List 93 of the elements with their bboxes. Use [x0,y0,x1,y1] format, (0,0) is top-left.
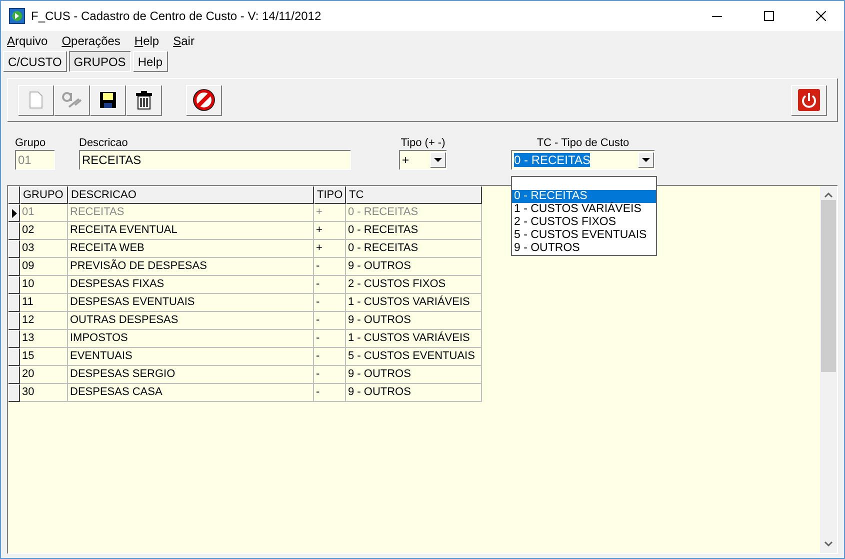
table-cell: 09 [20,258,68,276]
caret-icon [642,158,650,162]
tab[interactable]: Help [132,51,168,72]
row-indicator[interactable] [8,366,20,384]
table-cell: + [314,222,346,240]
scrollbar[interactable] [820,186,837,553]
table-cell: - [314,330,346,348]
table-cell: 20 [20,366,68,384]
table-cell: 9 - OUTROS [346,384,482,402]
table-cell: 0 - RECEITAS [346,222,482,240]
table-cell: 15 [20,348,68,366]
table-cell: 02 [20,222,68,240]
table-cell: 5 - CUSTOS EVENTUAIS [346,348,482,366]
table-cell: 9 - OUTROS [346,312,482,330]
table-cell: PREVISÃO DE DESPESAS [68,258,314,276]
row-indicator[interactable] [8,276,20,294]
descricao-field[interactable]: RECEITAS [79,150,351,170]
power-icon [798,89,820,111]
table-cell: 9 - OUTROS [346,258,482,276]
row-indicator[interactable] [8,330,20,348]
row-indicator[interactable] [8,294,20,312]
table-cell: - [314,276,346,294]
toolbar-button[interactable] [90,84,126,116]
app-icon [9,8,25,24]
row-indicator[interactable] [8,222,20,240]
table-cell: + [314,204,346,222]
column-header[interactable]: TIPO [314,186,346,204]
table-cell: OUTRAS DESPESAS [68,312,314,330]
table-cell: 13 [20,330,68,348]
document-icon [29,91,43,109]
window-title: F_CUS - Cadastro de Centro de Custo - V: 14/11/2012 [31,9,322,23]
menu-item[interactable]: Arquivo [7,34,48,51]
table-cell: 1 - CUSTOS VARIÁVEIS [346,294,482,312]
table-cell: RECEITAS [68,204,314,222]
table-cell: IMPOSTOS [68,330,314,348]
scroll-down-icon[interactable] [824,541,833,547]
table-cell: 0 - RECEITAS [346,204,482,222]
table-cell: 2 - CUSTOS FIXOS [346,276,482,294]
table-cell: 0 - RECEITAS [346,240,482,258]
table-cell: + [314,240,346,258]
tab[interactable]: C/CUSTO [3,51,67,72]
field-label: TC - Tipo de Custo [536,137,630,150]
table-cell: 01 [20,204,68,222]
row-indicator[interactable] [8,312,20,330]
exit-button[interactable] [791,84,827,116]
table-cell: - [314,366,346,384]
toolbar-button[interactable] [126,84,162,116]
table-cell: 03 [20,240,68,258]
column-header[interactable]: TC [346,186,482,204]
table-cell: 10 [20,276,68,294]
table-cell: - [314,258,346,276]
table-cell: - [314,348,346,366]
column-header[interactable]: GRUPO [20,186,68,204]
table-cell: 12 [20,312,68,330]
column-header[interactable]: DESCRICAO [68,186,314,204]
table-cell: DESPESAS CASA [68,384,314,402]
table-cell: 30 [20,384,68,402]
table-cell: DESPESAS SERGIO [68,366,314,384]
row-indicator[interactable] [8,204,20,222]
field-label: Tipo (+ -) [400,137,446,150]
row-indicator[interactable] [8,240,20,258]
close-icon [816,11,826,21]
table-cell: - [314,312,346,330]
scroll-up-icon[interactable] [824,192,833,198]
row-indicator[interactable] [8,258,20,276]
menu-item[interactable]: Operações [62,34,120,51]
table-cell: RECEITA EVENTUAL [68,222,314,240]
tipo-dropdown[interactable]: + [399,150,447,170]
tab[interactable]: GRUPOS [68,51,131,72]
row-indicator[interactable] [8,384,20,402]
row-indicator[interactable] [8,348,20,366]
field-label: Grupo [15,137,46,150]
maximize-icon [764,11,774,21]
tipo-de-custo-dropdown[interactable]: 0 - RECEITAS [511,150,655,170]
row-pointer-icon [12,208,16,218]
table-cell: - [314,294,346,312]
field-label: Descricao [79,137,128,150]
table-cell: DESPESAS FIXAS [68,276,314,294]
table-cell: RECEITA WEB [68,240,314,258]
table-cell: 11 [20,294,68,312]
caret-icon [434,158,442,162]
menu-item[interactable]: Sair [173,34,194,51]
toolbar-button[interactable] [186,84,222,116]
trash-can-icon [135,90,153,110]
dropdown-option[interactable]: 0 - RECEITAS [512,190,656,203]
menu-item[interactable]: Help [134,34,160,51]
table-cell: DESPESAS EVENTUAIS [68,294,314,312]
table-cell: EVENTUAIS [68,348,314,366]
table-cell: 9 - OUTROS [346,366,482,384]
table-cell: 1 - CUSTOS VARIÁVEIS [346,330,482,348]
prohibited-icon [193,89,215,111]
table-cell: - [314,384,346,402]
header-corner [8,186,20,204]
